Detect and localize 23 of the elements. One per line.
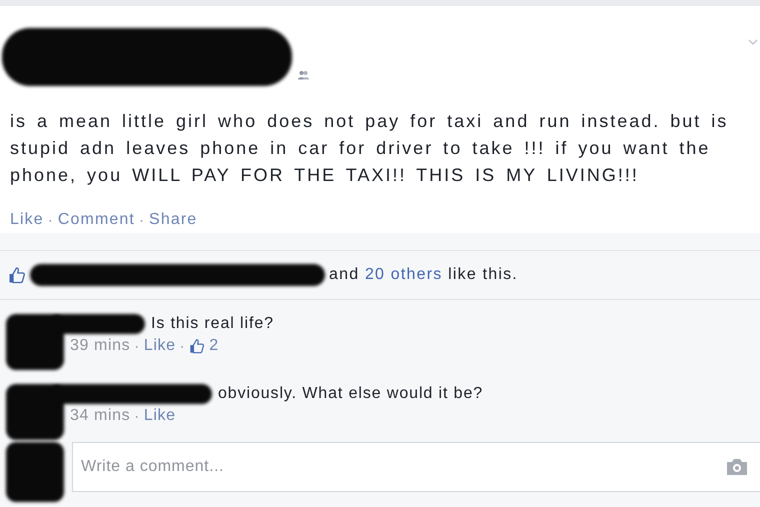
action-link[interactable]: Like [144, 407, 176, 425]
action-link[interactable]: Comment [58, 211, 135, 229]
post-text: is a mean little girl who does not pay for taxi and run instead. but is stupid adn leaves phone in car for driver to take !!! if you want the phone, you WILL PAY FOR THE TAXI!! THIS IS MY LIVING!!! [9, 110, 730, 187]
separator: · [48, 212, 54, 228]
comment-time: 34 mins [70, 407, 130, 425]
thumbs-up-icon[interactable] [189, 338, 206, 354]
action-link[interactable]: Share [149, 211, 198, 229]
comment-text: obviously. What else would it be? [218, 385, 484, 403]
likes-summary: and 20 others like this. [329, 266, 518, 284]
comment-field[interactable]: Write a comment... [72, 442, 760, 492]
action-link[interactable]: Like [10, 211, 44, 229]
comment-text: Is this real life? [151, 315, 274, 333]
separator: · [134, 338, 140, 354]
others-link[interactable]: 20 others [364, 266, 442, 283]
separator: · [180, 338, 186, 354]
comment-time: 39 mins [70, 337, 130, 355]
separator: · [138, 212, 146, 228]
redaction-mark [6, 442, 64, 502]
thumbs-up-icon[interactable] [8, 266, 26, 284]
like-count[interactable]: 2 [209, 337, 219, 355]
people-icon [298, 70, 309, 80]
action-link[interactable]: Like [144, 337, 176, 355]
separator: · [134, 408, 140, 424]
